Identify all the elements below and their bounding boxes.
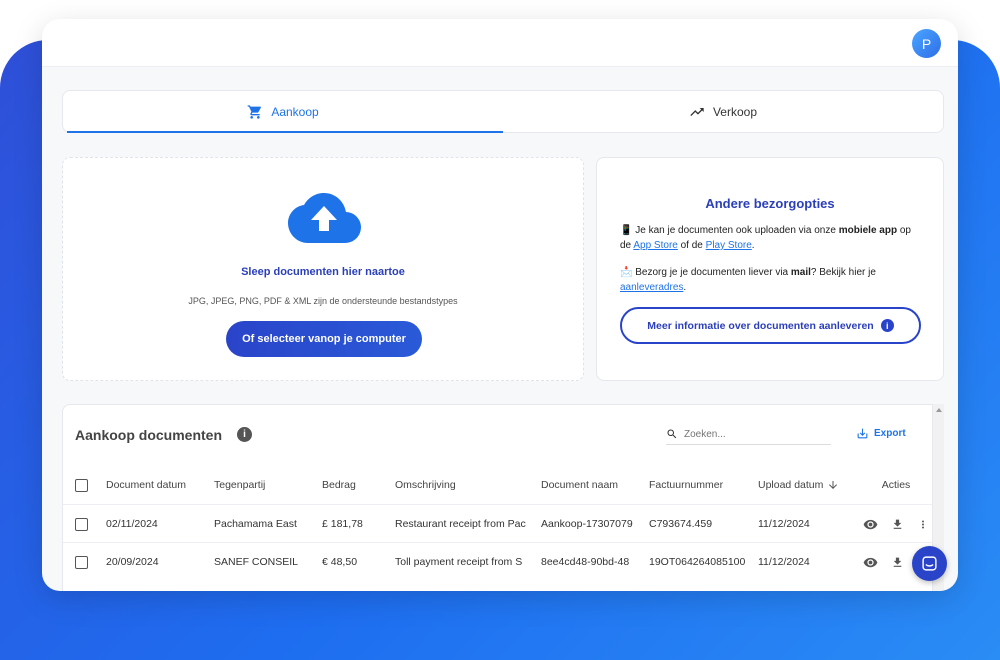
table-row[interactable]: 02/11/2024 Pachamama East £ 181,78 Resta… (63, 504, 934, 542)
column-header-label: Upload datum (758, 479, 824, 491)
upload-dropzone[interactable]: Sleep documenten hier naartoe JPG, JPEG,… (62, 157, 584, 381)
column-header[interactable]: Tegenpartij (214, 466, 314, 504)
dropzone-subtitle: JPG, JPEG, PNG, PDF & XML zijn de onders… (188, 296, 458, 306)
mail-emoji: 📩 (620, 267, 633, 278)
tab-aankoop[interactable]: Aankoop (63, 91, 503, 133)
eye-icon[interactable] (863, 517, 878, 532)
arrow-down-icon (829, 481, 838, 489)
cell-upload-date: 11/12/2024 (758, 518, 810, 530)
download-icon[interactable] (891, 518, 904, 531)
avatar-initial: P (921, 35, 932, 52)
column-header[interactable]: Document datum (106, 466, 206, 504)
mail-line-prefix: Bezorg je je documenten liever via (635, 267, 791, 278)
chat-icon (922, 556, 937, 571)
cell-description: Restaurant receipt from Pac (395, 518, 526, 530)
app-line-prefix: Je kan je documenten ook uploaden via on… (635, 225, 839, 236)
cell-amount: € 48,50 (322, 556, 358, 568)
documents-table-card: Aankoop documenten i Export Document dat… (62, 404, 934, 591)
phone-emoji: 📱 (620, 225, 633, 236)
tab-verkoop[interactable]: Verkoop (503, 91, 943, 132)
play-store-link[interactable]: Play Store (706, 240, 752, 251)
cart-icon (247, 104, 262, 119)
scroll-up-icon[interactable] (936, 408, 942, 412)
more-vert-icon[interactable] (917, 518, 929, 531)
search-input[interactable] (684, 428, 824, 440)
cell-date: 02/11/2024 (106, 518, 158, 530)
more-info-label: Meer informatie over documenten aanlever… (647, 319, 874, 332)
select-file-button[interactable]: Of selecteer vanop je computer (226, 321, 422, 357)
mail-line-bold: mail (790, 267, 811, 278)
avatar[interactable]: P (912, 29, 941, 58)
trending-up-icon (690, 107, 704, 116)
delivery-options-card: Andere bezorgopties 📱 Je kan je document… (596, 157, 944, 381)
cell-doc-name: 8ee4cd48-90bd-48 (541, 556, 630, 568)
mail-text: 📩 Bezorg je je documenten liever via mai… (620, 265, 920, 295)
cell-invoice: 19OT064264085100 (649, 556, 746, 568)
info-icon: i (880, 319, 894, 332)
mail-line-suffix: . (683, 282, 687, 293)
tab-aankoop-label: Aankoop (271, 104, 319, 119)
cell-party: SANEF CONSEIL (214, 556, 299, 568)
row-checkbox[interactable] (75, 517, 88, 531)
app-line-bold: mobiele app (838, 225, 898, 236)
select-all-checkbox[interactable] (75, 478, 88, 492)
eye-icon[interactable] (863, 555, 878, 570)
table-header: Document datum Tegenpartij Bedrag Omschr… (63, 466, 934, 504)
column-header[interactable]: Omschrijving (395, 466, 534, 504)
search-field[interactable] (666, 424, 831, 445)
export-label: Export (874, 428, 906, 439)
cell-upload-date: 11/12/2024 (758, 556, 810, 568)
export-button[interactable]: Export (856, 427, 906, 440)
table-title: Aankoop documenten (75, 427, 223, 443)
row-checkbox[interactable] (75, 555, 88, 569)
app-store-link[interactable]: App Store (633, 240, 677, 251)
app-line-mid2: of de (677, 240, 706, 251)
cell-invoice: C793674.459 (649, 518, 713, 530)
search-icon (667, 429, 677, 439)
cell-party: Pachamama East (214, 518, 297, 530)
cell-date: 20/09/2024 (106, 556, 159, 568)
download-icon (857, 428, 868, 439)
info-icon[interactable]: i (237, 427, 252, 442)
column-header[interactable]: Bedrag (322, 466, 387, 504)
cloud-upload-icon (288, 193, 361, 243)
cell-amount: £ 181,78 (322, 518, 363, 530)
top-bar: P (42, 19, 958, 67)
column-header-sorted[interactable]: Upload datum (758, 466, 858, 504)
app-upload-text: 📱 Je kan je documenten ook uploaden via … (620, 223, 920, 253)
delivery-address-link[interactable]: aanleveradres (620, 282, 683, 293)
table-row[interactable]: 20/09/2024 SANEF CONSEIL € 48,50 Toll pa… (63, 542, 934, 580)
options-title: Andere bezorgopties (705, 196, 835, 211)
dropzone-title: Sleep documenten hier naartoe (241, 266, 405, 278)
cell-description: Toll payment receipt from S (395, 556, 523, 568)
column-header[interactable]: Document naam (541, 466, 643, 504)
column-header[interactable]: Factuurnummer (649, 466, 750, 504)
mail-line-mid: ? Bekijk hier je (810, 267, 876, 278)
cell-doc-name: Aankoop-17307079 (541, 518, 633, 530)
more-info-button[interactable]: Meer informatie over documenten aanlever… (620, 307, 921, 344)
tab-bar: Aankoop Verkoop (62, 90, 944, 133)
chat-button[interactable] (912, 546, 947, 581)
download-icon[interactable] (891, 556, 904, 569)
column-header: Acties (881, 479, 911, 491)
app-window: P Aankoop Verkoop Sleep documenten hier … (42, 19, 958, 591)
app-line-suffix: . (751, 240, 755, 251)
tab-verkoop-label: Verkoop (712, 104, 758, 119)
